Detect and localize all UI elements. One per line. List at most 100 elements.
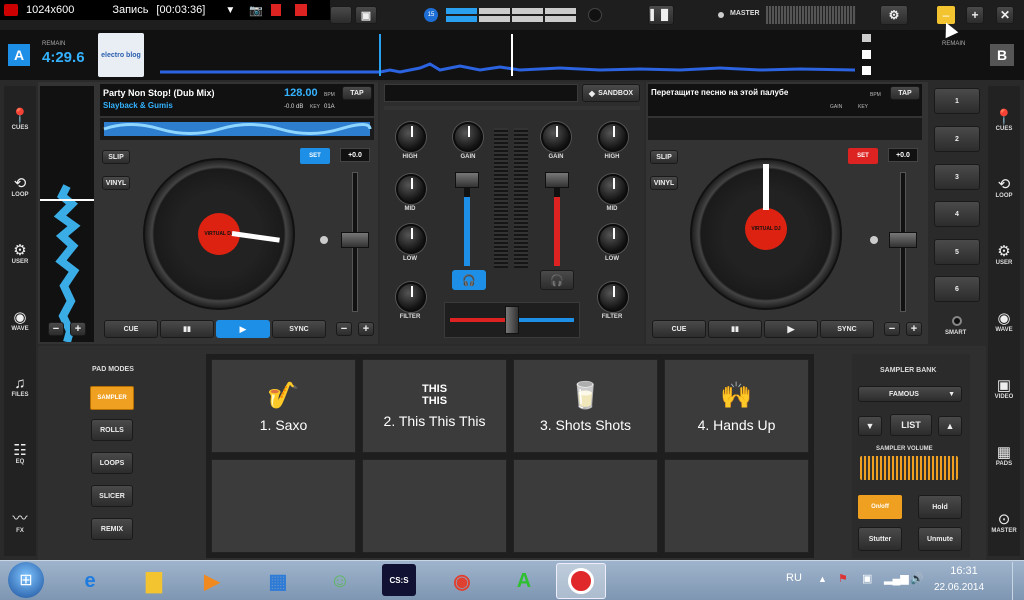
- sidebar-item-wave-b[interactable]: ◉ WAVE: [989, 309, 1019, 333]
- deck-a-cue-button[interactable]: CUE: [104, 320, 158, 338]
- pad-mode-sampler[interactable]: SAMPLER: [90, 386, 134, 410]
- sampler-volume-slider[interactable]: [860, 456, 958, 480]
- sampler-hold-button[interactable]: Hold: [918, 495, 962, 519]
- record-button[interactable]: [588, 8, 602, 22]
- sidebar-item-cues[interactable]: 📍 CUES: [5, 107, 35, 131]
- deck-a-remain-time[interactable]: 4:29.6: [42, 49, 85, 66]
- deck-a-vinyl-button[interactable]: VINYL: [102, 176, 130, 190]
- waveform-icon[interactable]: ▌▐▌: [648, 5, 674, 25]
- deck-b-drop-text[interactable]: Перетащите песню на этой палубе: [651, 88, 823, 97]
- deck-a-set-button[interactable]: SET: [300, 148, 330, 164]
- deck-b-cue-button[interactable]: CUE: [652, 320, 706, 338]
- knob-mid-a[interactable]: [396, 174, 426, 204]
- settings-icon[interactable]: ⚙: [880, 5, 908, 25]
- pad-mode-slicer[interactable]: SLICER: [91, 485, 133, 507]
- deck-b-play-button[interactable]: ▶: [764, 320, 818, 338]
- sidebar-item-loop-b[interactable]: ⟲ LOOP: [989, 175, 1019, 199]
- deck-b-pitch-slider[interactable]: [889, 232, 917, 248]
- deck-a-play-button[interactable]: ▶: [216, 320, 270, 338]
- volume-icon[interactable]: 🔊: [910, 572, 924, 585]
- pad-mode-remix[interactable]: REMIX: [91, 518, 133, 540]
- pad-mode-loops[interactable]: LOOPS: [91, 452, 133, 474]
- sampler-pad-7[interactable]: [513, 459, 658, 553]
- layout-selector[interactable]: [446, 8, 576, 22]
- sampler-pad-8[interactable]: [664, 459, 809, 553]
- hotcue-button[interactable]: 5: [934, 239, 980, 265]
- sidebar-item-master[interactable]: ⊙ MASTER: [989, 510, 1019, 534]
- sidebar-item-pads[interactable]: ▦ PADS: [989, 443, 1019, 467]
- clock-badge[interactable]: 15: [424, 8, 438, 22]
- hotcue-button[interactable]: 2: [934, 126, 980, 152]
- sampler-pad-2[interactable]: THIS THIS 2. This This This: [362, 359, 507, 453]
- headphone-b-button[interactable]: 🎧: [540, 270, 574, 290]
- sampler-pad-3[interactable]: 🥛 3. Shots Shots: [513, 359, 658, 453]
- language-indicator[interactable]: RU: [786, 572, 802, 584]
- tray-app-icon[interactable]: ▣: [862, 572, 872, 585]
- sidebar-item-video[interactable]: ▣ VIDEO: [989, 376, 1019, 400]
- camera-icon[interactable]: 📷: [249, 4, 263, 17]
- knob-high-a[interactable]: [396, 122, 426, 152]
- deck-a-vertical-waveform[interactable]: [40, 86, 94, 342]
- deck-a-plus-button[interactable]: +: [70, 322, 86, 336]
- green-a-icon[interactable]: A: [500, 564, 548, 598]
- deck-a-pitch-plus[interactable]: +: [358, 322, 374, 336]
- deck-b-vinyl-button[interactable]: VINYL: [650, 176, 678, 190]
- maximize-button[interactable]: +: [966, 6, 984, 24]
- deck-a-sync-button[interactable]: SYNC: [272, 320, 326, 338]
- deck-b-track-waveform[interactable]: [648, 118, 922, 140]
- sidebar-item-eq[interactable]: ☷ EQ: [5, 441, 35, 465]
- action-center-icon[interactable]: ⚑: [838, 572, 848, 585]
- hotcue-button[interactable]: 6: [934, 276, 980, 302]
- sidebar-item-wave[interactable]: ◉ WAVE: [5, 308, 35, 332]
- volume-fader-b[interactable]: [545, 172, 569, 188]
- sampler-pad-5[interactable]: [211, 459, 356, 553]
- sampler-pad-4[interactable]: 🙌 4. Hands Up: [664, 359, 809, 453]
- crossfader-knob[interactable]: [505, 306, 519, 334]
- deck-a-overview-waveform[interactable]: [160, 34, 855, 76]
- sampler-bank-select[interactable]: FAMOUS ▼: [858, 386, 962, 402]
- clock-time[interactable]: 16:31: [944, 565, 984, 577]
- deck-a-tap-button[interactable]: TAP: [342, 86, 372, 100]
- bank-down-button[interactable]: ▼: [858, 416, 882, 436]
- checkbox-3[interactable]: [862, 66, 871, 75]
- stop-record-icon[interactable]: [294, 4, 307, 16]
- sampler-pad-1[interactable]: 🎷 1. Saxo: [211, 359, 356, 453]
- deck-a-track-waveform[interactable]: [100, 118, 374, 140]
- deck-b-pitch-plus[interactable]: +: [906, 322, 922, 336]
- knob-high-b[interactable]: [598, 122, 628, 152]
- screen-icon[interactable]: ▣: [355, 6, 377, 24]
- knob-mid-b[interactable]: [598, 174, 628, 204]
- knob-filter-a[interactable]: [396, 282, 426, 312]
- sampler-unmute-button[interactable]: Unmute: [918, 527, 962, 551]
- deck-a-minus-button[interactable]: −: [48, 322, 64, 336]
- chrome-icon[interactable]: ◉: [438, 564, 486, 598]
- sidebar-item-fx[interactable]: 〰 FX: [5, 507, 35, 534]
- pause-record-icon[interactable]: [270, 4, 281, 16]
- headphone-a-button[interactable]: 🎧: [452, 270, 486, 290]
- sidebar-item-user-b[interactable]: ⚙ USER: [989, 242, 1019, 266]
- store-icon[interactable]: ▦: [254, 564, 302, 598]
- bank-list-button[interactable]: LIST: [890, 414, 932, 436]
- knob-low-b[interactable]: [598, 224, 628, 254]
- deck-b-tap-button[interactable]: TAP: [890, 86, 920, 100]
- smart-toggle[interactable]: [952, 316, 962, 326]
- deck-b-pitch-minus[interactable]: −: [884, 322, 900, 336]
- css-game-icon[interactable]: CS:S: [382, 564, 416, 596]
- sidebar-item-loop[interactable]: ⟲ LOOP: [5, 174, 35, 198]
- deck-b-pause-button[interactable]: ▮▮: [708, 320, 762, 338]
- checkbox-2[interactable]: [862, 50, 871, 59]
- knob-low-a[interactable]: [396, 224, 426, 254]
- deck-a-pitch-slider[interactable]: [341, 232, 369, 248]
- checkbox-1[interactable]: [862, 34, 871, 42]
- knob-gain-b[interactable]: [541, 122, 571, 152]
- deck-a-pitch-minus[interactable]: −: [336, 322, 352, 336]
- deck-b-sync-button[interactable]: SYNC: [820, 320, 874, 338]
- hotcue-button[interactable]: 1: [934, 88, 980, 114]
- hotcue-button[interactable]: 4: [934, 201, 980, 227]
- toolbar-button[interactable]: [330, 6, 352, 24]
- knob-gain-a[interactable]: [453, 122, 483, 152]
- messenger-icon[interactable]: ☺: [316, 564, 364, 598]
- deck-b-pitch-reset[interactable]: [870, 236, 878, 244]
- deck-b-badge[interactable]: B: [990, 44, 1014, 66]
- sidebar-item-files[interactable]: ♫ FILES: [5, 375, 35, 398]
